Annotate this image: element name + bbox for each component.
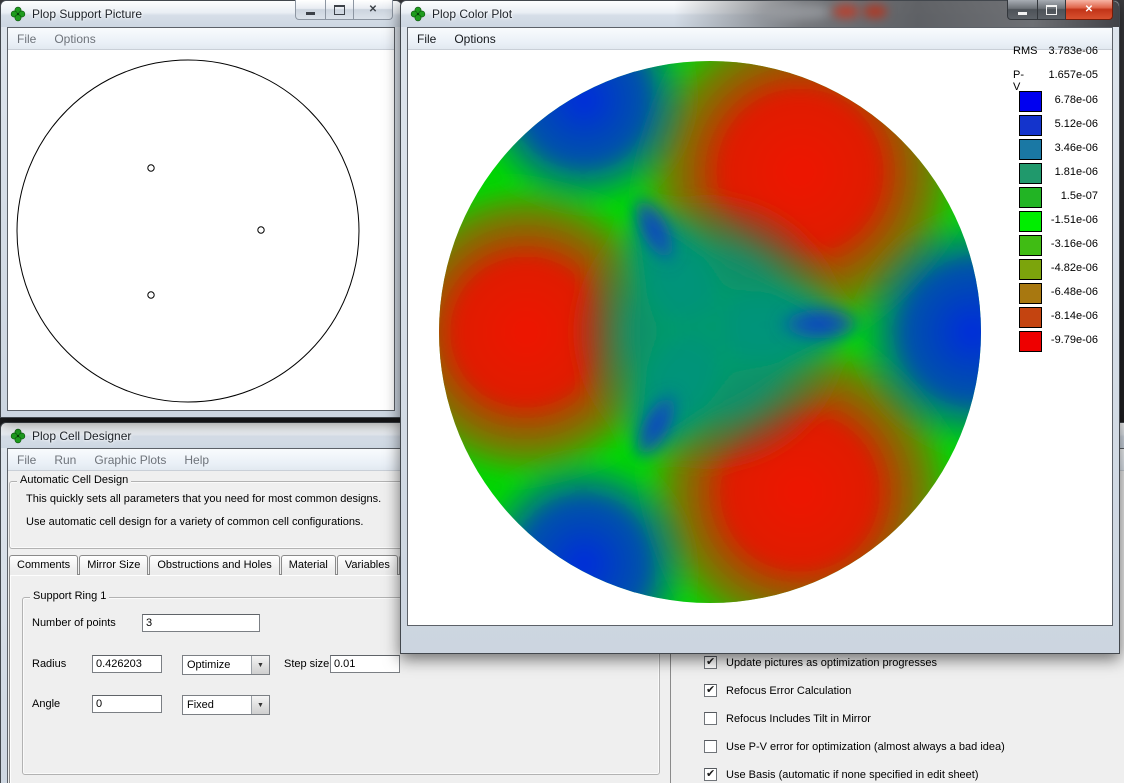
glass-blur: [833, 5, 859, 18]
window-title: Plop Support Picture: [32, 7, 143, 21]
pv-label: P-V: [1013, 69, 1024, 93]
menu-help[interactable]: Help: [175, 451, 218, 469]
refocus-tilt-checkbox[interactable]: [704, 712, 717, 725]
menu-run[interactable]: Run: [45, 451, 85, 469]
support-point: [257, 226, 265, 234]
menu-file[interactable]: File: [8, 30, 45, 48]
use-pv-error-checkbox[interactable]: [704, 740, 717, 753]
legend-value: 5.12e-06: [1054, 118, 1098, 130]
radius-mode-value: Optimize: [187, 659, 231, 671]
maximize-button[interactable]: [326, 0, 354, 20]
support-point: [147, 164, 155, 172]
num-points-label: Number of points: [32, 617, 116, 629]
checkbox-row[interactable]: Update pictures as optimization progress…: [704, 655, 1005, 669]
designer-tabs: Comments Mirror Size Obstructions and Ho…: [9, 555, 467, 575]
num-points-input[interactable]: [142, 614, 260, 632]
glass-blur: [863, 5, 887, 18]
window-title: Plop Color Plot: [432, 7, 513, 21]
legend-value: -9.79e-06: [1050, 334, 1098, 346]
minimize-icon: [306, 12, 315, 15]
plop-clover-icon: [10, 428, 26, 443]
tab-comments[interactable]: Comments: [9, 555, 79, 575]
legend-value: 6.78e-06: [1054, 94, 1098, 106]
mirror-outline: [16, 59, 360, 403]
plop-clover-icon: [10, 6, 26, 22]
minimize-button[interactable]: [1007, 0, 1038, 20]
close-button[interactable]: [354, 0, 393, 20]
dropdown-arrow-icon[interactable]: [251, 656, 269, 674]
group-title: Support Ring 1: [30, 590, 110, 602]
radius-label: Radius: [32, 658, 67, 670]
legend-value: -1.51e-06: [1050, 214, 1098, 226]
maximize-icon: [1046, 4, 1057, 15]
menu-options[interactable]: Options: [45, 30, 104, 48]
legend-value: -8.14e-06: [1050, 310, 1098, 322]
angle-mode-select[interactable]: Fixed: [182, 695, 270, 715]
minimize-icon: [1018, 12, 1027, 15]
legend-value: -3.16e-06: [1050, 238, 1098, 250]
checkbox-label: Update pictures as optimization progress…: [726, 656, 937, 669]
rms-value: 3.783e-06: [1048, 45, 1098, 57]
auto-design-line2: Use automatic cell design for a variety …: [26, 516, 364, 528]
checkbox-label: Refocus Error Calculation: [726, 684, 852, 697]
support-titlebar[interactable]: Plop Support Picture: [1, 0, 401, 27]
checkbox-label: Use Basis (automatic if none specified i…: [726, 768, 979, 781]
update-pictures-checkbox[interactable]: [704, 655, 717, 669]
support-layout-drawing: [16, 59, 360, 403]
support-point: [147, 291, 155, 299]
checkbox-row[interactable]: Refocus Includes Tilt in Mirror: [704, 712, 1005, 725]
checkbox-row[interactable]: Use Basis (automatic if none specified i…: [704, 767, 1005, 781]
angle-mode-value: Fixed: [187, 699, 214, 711]
auto-design-line1: This quickly sets all parameters that yo…: [26, 493, 382, 505]
menu-file[interactable]: File: [8, 451, 45, 469]
tab-material[interactable]: Material: [280, 555, 336, 575]
tab-obstructions-and-holes[interactable]: Obstructions and Holes: [149, 555, 280, 575]
menu-graphic-plots[interactable]: Graphic Plots: [85, 451, 175, 469]
window-plop-color-plot: Plop Color Plot File Options: [400, 0, 1120, 654]
color-legend: RMS 3.783e-06 P-V 1.657e-05 6.78e-06 5.1…: [408, 28, 1112, 625]
legend-value: -4.82e-06: [1050, 262, 1098, 274]
angle-input[interactable]: [92, 695, 162, 713]
minimize-button[interactable]: [295, 0, 326, 20]
desktop: Plop Cell Designer File Run Graphic Plot…: [0, 0, 1124, 783]
colorplot-titlebar[interactable]: Plop Color Plot: [401, 0, 1119, 27]
option-checkboxes: Update pictures as optimization progress…: [704, 655, 1005, 781]
radius-mode-select[interactable]: Optimize: [182, 655, 270, 675]
tab-variables[interactable]: Variables: [336, 555, 398, 575]
support-menubar: File Options: [8, 28, 394, 50]
pv-value: 1.657e-05: [1048, 69, 1098, 81]
dropdown-arrow-icon[interactable]: [251, 696, 269, 714]
refocus-error-checkbox[interactable]: [704, 683, 717, 697]
glass-blur: [761, 4, 831, 20]
step-size-input[interactable]: [330, 655, 400, 673]
rms-label: RMS: [1013, 45, 1038, 57]
window-plop-support-picture: Plop Support Picture File Options: [0, 0, 402, 418]
checkbox-row[interactable]: Refocus Error Calculation: [704, 683, 1005, 697]
group-title: Automatic Cell Design: [17, 474, 132, 486]
checkbox-label: Refocus Includes Tilt in Mirror: [726, 712, 871, 725]
close-button[interactable]: [1066, 0, 1113, 20]
checkbox-row[interactable]: Use P-V error for optimization (almost a…: [704, 740, 1005, 753]
window-title: Plop Cell Designer: [32, 428, 132, 443]
legend-value: 1.81e-06: [1054, 166, 1098, 178]
plop-clover-icon: [410, 6, 426, 22]
step-size-label: Step size: [284, 658, 330, 670]
legend-value: 3.46e-06: [1054, 142, 1098, 154]
maximize-icon: [334, 4, 345, 15]
legend-value: -6.48e-06: [1050, 286, 1098, 298]
tab-mirror-size[interactable]: Mirror Size: [79, 555, 149, 575]
maximize-button[interactable]: [1038, 0, 1066, 20]
angle-label: Angle: [32, 698, 61, 710]
use-basis-checkbox[interactable]: [704, 767, 717, 781]
radius-input[interactable]: [92, 655, 162, 673]
checkbox-label: Use P-V error for optimization (almost a…: [726, 740, 1005, 753]
legend-value: 1.5e-07: [1060, 190, 1098, 202]
